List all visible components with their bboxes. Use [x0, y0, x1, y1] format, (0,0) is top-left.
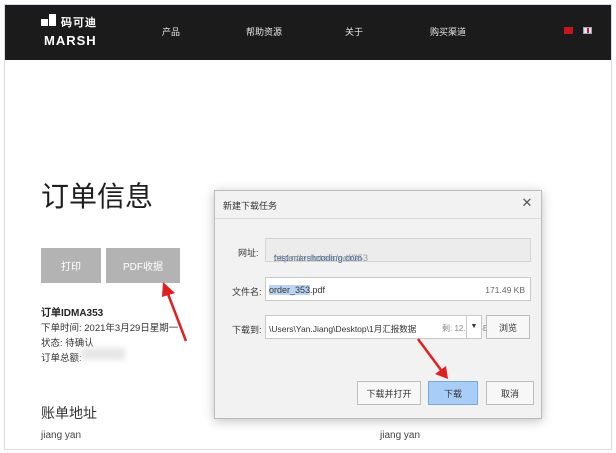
dialog-title: 新建下载任务	[223, 201, 278, 211]
destination-label: 下载到:	[232, 325, 262, 335]
url-path: /cn/orderdetails/pdf/353	[274, 253, 369, 263]
nav-item-buy[interactable]: 购买渠道	[430, 25, 466, 38]
order-status: 状态: 待确认	[41, 338, 94, 349]
nav-item-about[interactable]: 关于	[345, 25, 363, 38]
page-title: 订单信息	[41, 181, 154, 212]
order-id: 订单IDMA353	[41, 308, 104, 319]
dialog-divider	[215, 218, 541, 219]
logo-mark-icon	[41, 14, 59, 32]
logo-en-text: MARSH	[44, 33, 97, 48]
download-and-open-button[interactable]: 下载并打开	[357, 381, 421, 405]
page-frame: 码可迪 MARSH 产品 帮助资源 关于 购买渠道 订单信息 打印 PDF收据 …	[4, 4, 612, 450]
order-total-redacted	[81, 348, 125, 360]
browse-button[interactable]: 浏览	[486, 315, 530, 339]
destination-input[interactable]: \Users\Yan.Jiang\Desktop\1月汇报数据 剩: 12.38…	[265, 315, 488, 339]
filename-selected-text: order_353	[269, 285, 311, 295]
china-flag-icon[interactable]	[564, 27, 573, 34]
billing-name: jiang yan	[41, 430, 82, 441]
filename-extension: .pdf	[310, 285, 326, 295]
shipping-name: jiang yan	[380, 430, 421, 441]
url-field: https://test.marshcoding.com/cn/orderdet…	[265, 238, 531, 263]
order-total-label: 订单总额:	[41, 353, 82, 364]
marsh-logo[interactable]: 码可迪 MARSH	[41, 14, 101, 50]
nav-item-help[interactable]: 帮助资源	[246, 25, 282, 38]
top-navbar: 码可迪 MARSH 产品 帮助资源 关于 购买渠道	[5, 5, 611, 60]
chevron-down-icon[interactable]: ▼	[466, 315, 482, 339]
file-size: 171.49 KB	[485, 285, 525, 295]
url-label: 网址:	[238, 248, 259, 258]
pdf-receipt-button[interactable]: PDF收据	[106, 248, 180, 283]
logo-cn-text: 码可迪	[61, 17, 97, 29]
cancel-button[interactable]: 取消	[486, 381, 534, 405]
billing-address-title: 账单地址	[41, 405, 97, 421]
close-icon[interactable]: ✕	[519, 195, 535, 211]
nav-item-products[interactable]: 产品	[162, 25, 180, 38]
download-dialog: 新建下载任务 ✕ 网址: https://test.marshcoding.co…	[214, 190, 542, 419]
print-button[interactable]: 打印	[41, 248, 101, 283]
download-button[interactable]: 下载	[428, 381, 478, 405]
uk-flag-icon[interactable]	[583, 27, 592, 34]
filename-input[interactable]: order_353.pdf 171.49 KB	[265, 277, 531, 301]
filename-label: 文件名:	[232, 287, 262, 297]
destination-path: \Users\Yan.Jiang\Desktop\1月汇报数据	[269, 324, 417, 334]
order-time: 下单时间: 2021年3月29日星期一	[41, 323, 179, 334]
